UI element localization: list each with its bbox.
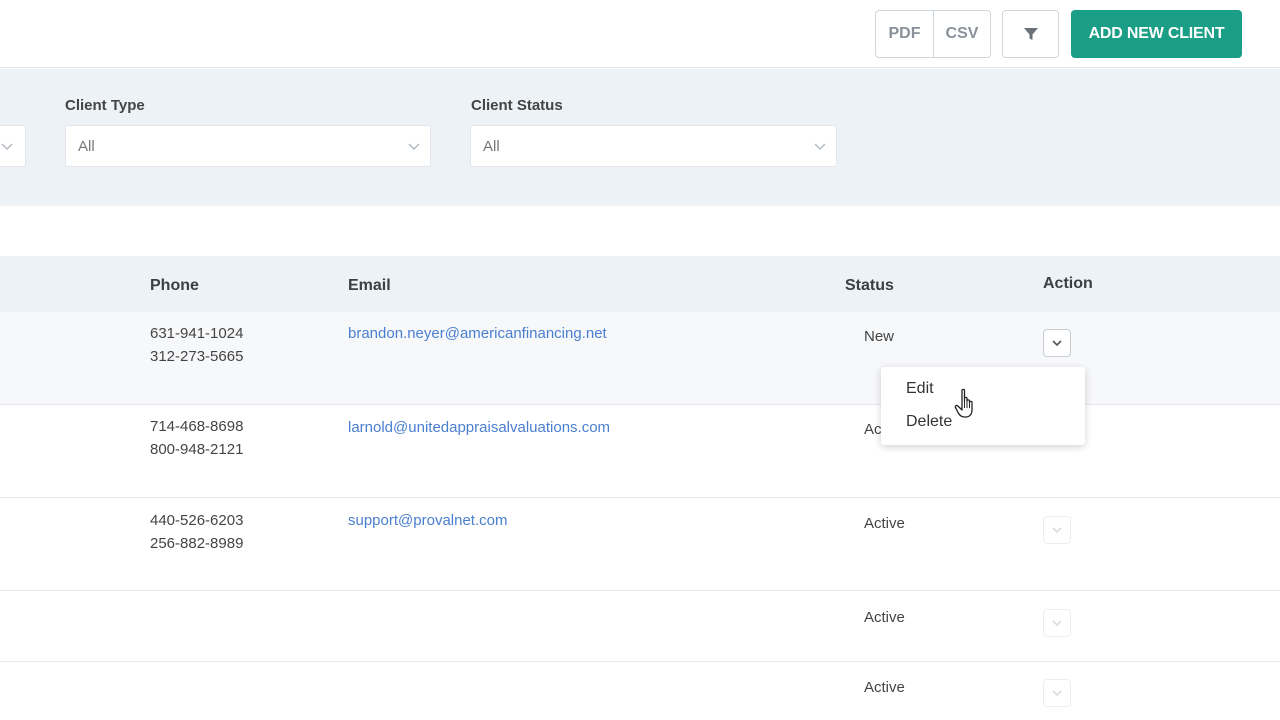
column-header-status[interactable]: Status	[845, 277, 894, 295]
edit-menu-item[interactable]: Edit	[906, 380, 934, 398]
column-header-action: Action	[1043, 275, 1093, 292]
chevron-down-icon	[1, 143, 13, 151]
status-text: Active	[864, 609, 905, 626]
export-button-group: PDF CSV	[875, 10, 991, 58]
chevron-down-icon	[1052, 689, 1062, 696]
table-row: Active	[0, 591, 1280, 662]
filter-icon	[1023, 28, 1038, 40]
status-text: New	[864, 328, 895, 345]
table-row: Active	[0, 662, 1280, 720]
table-row: 631-941-1024 312-273-5665 brandon.neyer@…	[0, 312, 1280, 405]
table-row: 440-526-6203 256-882-8989 support@proval…	[0, 498, 1280, 591]
row-action-toggle[interactable]	[1043, 516, 1071, 544]
table-header: Phone Email Status Action	[0, 256, 1280, 312]
csv-export-button[interactable]: CSV	[933, 11, 990, 57]
chevron-down-icon	[1052, 339, 1062, 346]
filter-button[interactable]	[1002, 10, 1059, 58]
phone-secondary: 800-948-2121	[150, 441, 244, 458]
row-action-toggle[interactable]	[1043, 329, 1071, 357]
client-type-value: All	[78, 137, 95, 155]
column-header-phone[interactable]: Phone	[150, 277, 199, 295]
table-row: 714-468-8698 800-948-2121 larnold@united…	[0, 405, 1280, 498]
phone-primary: 714-468-8698	[150, 418, 244, 435]
row-action-menu: Edit Delete	[881, 367, 1085, 445]
client-status-value: All	[483, 137, 500, 155]
spacer	[0, 206, 1280, 256]
filter-panel: Client Type All Client Status All	[0, 69, 1280, 206]
delete-menu-item[interactable]: Delete	[906, 413, 952, 431]
row-action-toggle[interactable]	[1043, 679, 1071, 707]
chevron-down-icon	[814, 143, 826, 151]
pdf-export-button[interactable]: PDF	[876, 11, 933, 57]
client-status-select[interactable]: All	[470, 125, 837, 167]
email-link[interactable]: larnold@unitedappraisalvaluations.com	[348, 416, 610, 439]
status-text: Active	[864, 679, 905, 696]
row-action-toggle[interactable]	[1043, 609, 1071, 637]
phone-primary: 631-941-1024	[150, 325, 244, 342]
chevron-down-icon	[1052, 526, 1062, 533]
partial-filter-select[interactable]	[0, 125, 26, 167]
client-status-label: Client Status	[471, 97, 563, 114]
chevron-down-icon	[1052, 619, 1062, 626]
chevron-down-icon	[408, 143, 420, 151]
hand-cursor-icon	[954, 388, 973, 418]
phone-secondary: 256-882-8989	[150, 535, 244, 552]
phone-primary: 440-526-6203	[150, 512, 244, 529]
column-header-email[interactable]: Email	[348, 277, 391, 295]
client-type-label: Client Type	[65, 97, 145, 114]
top-toolbar: PDF CSV ADD NEW CLIENT	[0, 0, 1280, 68]
status-text: Ac	[864, 421, 882, 438]
client-type-select[interactable]: All	[65, 125, 431, 167]
email-link[interactable]: brandon.neyer@americanfinancing.net	[348, 322, 607, 345]
status-text: Active	[864, 515, 905, 532]
email-link[interactable]: support@provalnet.com	[348, 509, 507, 532]
phone-secondary: 312-273-5665	[150, 348, 244, 365]
add-new-client-button[interactable]: ADD NEW CLIENT	[1071, 10, 1242, 58]
